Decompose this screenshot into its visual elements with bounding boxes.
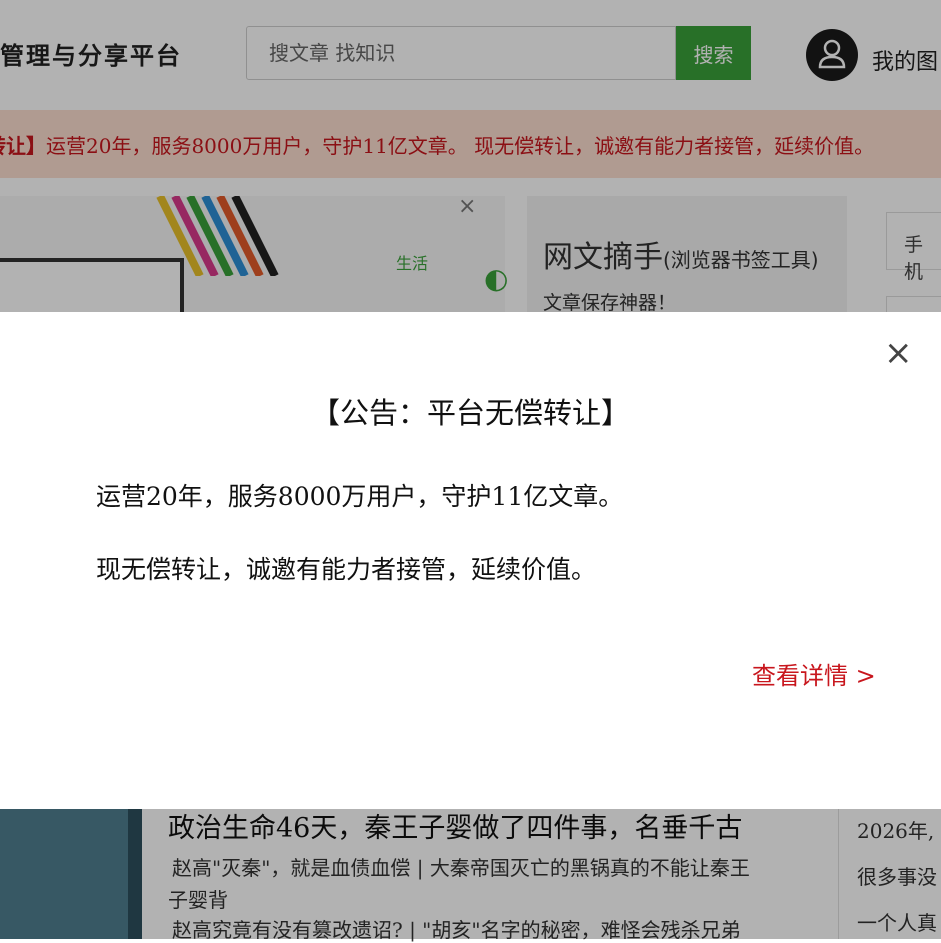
view-details-link[interactable]: 查看详情 >	[752, 656, 876, 691]
modal-line-2: 现无偿转让，诚邀有能力者接管，延续价值。	[96, 555, 597, 584]
modal-line-1: 运营20年，服务8000万用户，守护11亿文章。	[96, 482, 624, 511]
close-icon[interactable]: ×	[884, 336, 913, 370]
modal-title: 【公告：平台无偿转让】	[310, 396, 630, 430]
